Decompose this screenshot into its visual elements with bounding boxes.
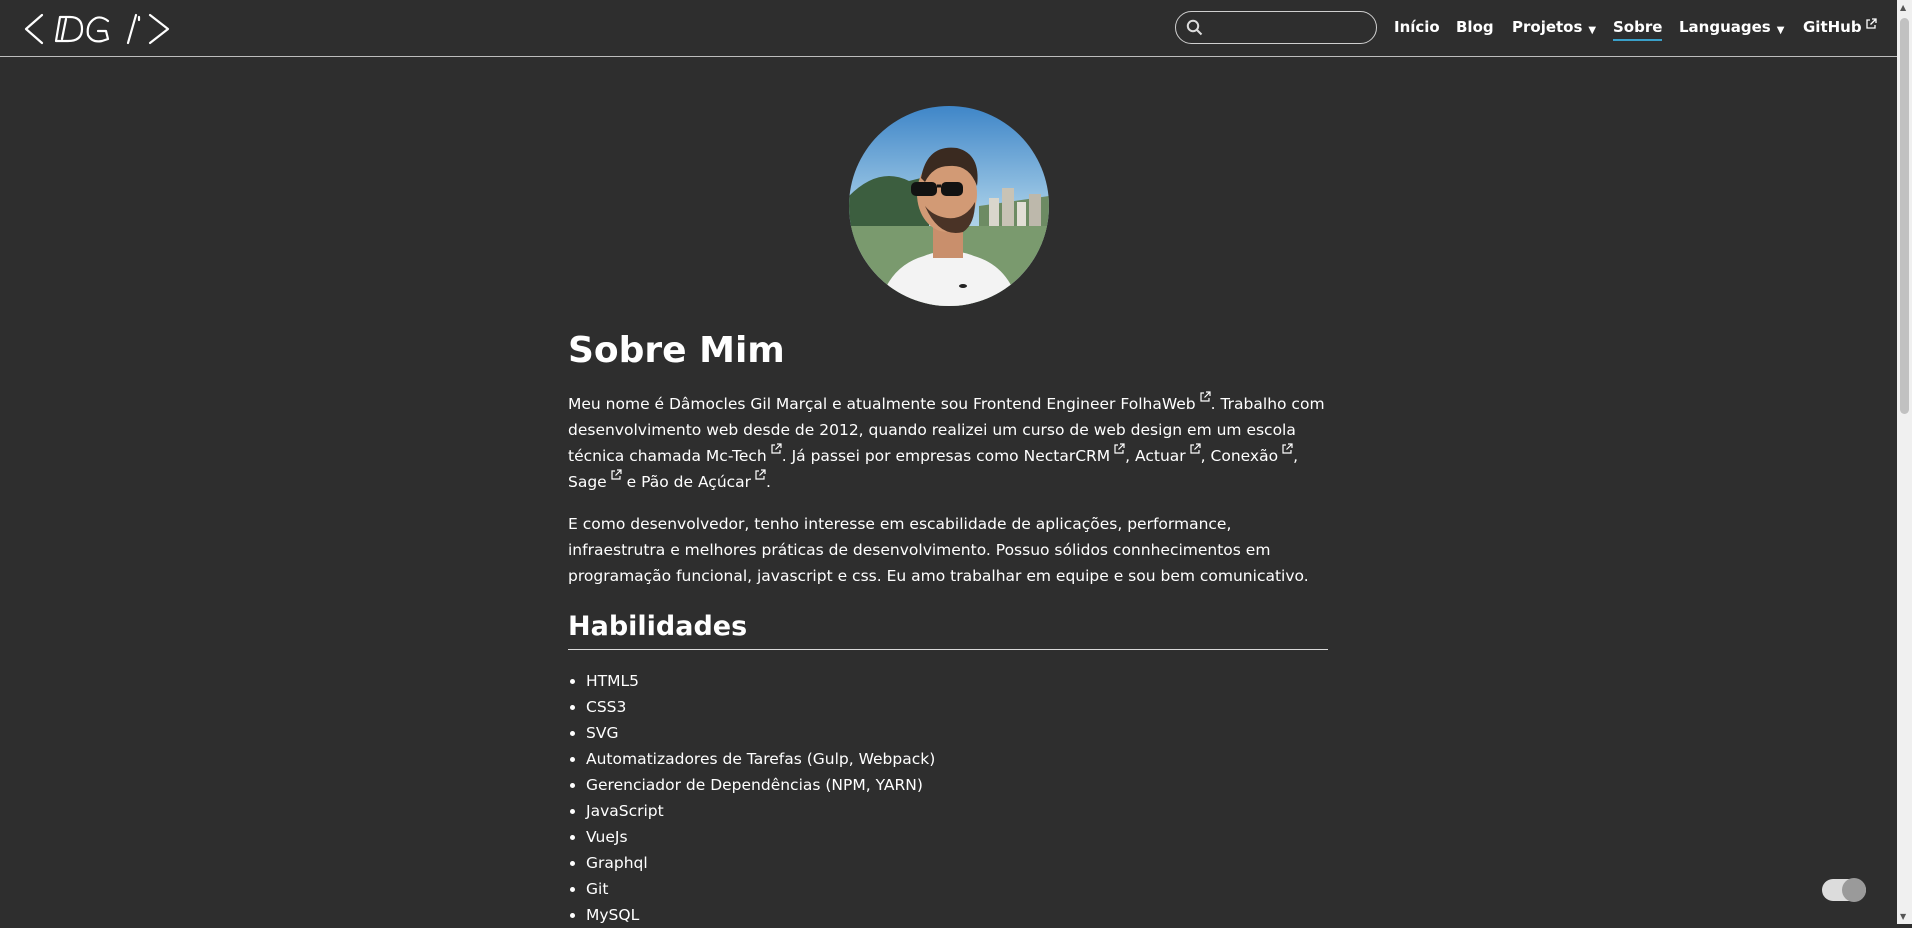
intro-paragraph: Meu nome é Dâmocles Gil Marçal e atualme… [568, 391, 1328, 495]
intro-text: , [1293, 447, 1299, 465]
link-label: NectarCRM [1023, 447, 1111, 465]
scroll-down-icon[interactable]: ▼ [1900, 912, 1906, 921]
page-title: Sobre Mim [568, 330, 785, 371]
intro-text: . Já passei por empresas como [781, 447, 1024, 465]
skill-item: VueJs [586, 824, 1328, 850]
external-link-icon [611, 469, 622, 480]
nav-inicio[interactable]: Início [1394, 18, 1440, 36]
skill-item: MySQL [586, 902, 1328, 928]
external-link-icon [1865, 18, 1877, 29]
link-mc-tech[interactable]: Mc-Tech [705, 443, 782, 465]
skill-item: Graphql [586, 850, 1328, 876]
external-link-icon [771, 443, 782, 454]
link-sage[interactable]: Sage [568, 469, 622, 491]
external-link-icon [1114, 443, 1125, 454]
skill-item: Gerenciador de Dependências (NPM, YARN) [586, 772, 1328, 798]
nav-projetos-label: Projetos [1512, 18, 1583, 36]
link-pao-de-acucar[interactable]: Pão de Açúcar [641, 469, 766, 491]
toggle-knob [1842, 878, 1866, 902]
skills-list: HTML5 CSS3 SVG Automatizadores de Tarefa… [568, 668, 1328, 928]
intro-text: Meu nome é Dâmocles Gil Marçal e atualme… [568, 395, 1121, 413]
chevron-down-icon: ▼ [1588, 25, 1597, 36]
scrollbar[interactable]: ▲ ▼ [1897, 0, 1912, 924]
link-label: Conexão [1210, 447, 1279, 465]
search-icon [1186, 19, 1203, 36]
nav-languages[interactable]: Languages ▼ [1679, 18, 1784, 36]
link-label: Sage [568, 473, 607, 491]
main-content: Sobre Mim Meu nome é Dâmocles Gil Marçal… [568, 325, 1328, 928]
external-link-icon [1200, 391, 1211, 402]
link-label: Actuar [1135, 447, 1186, 465]
search-input[interactable] [1209, 18, 1373, 37]
link-folhaweb[interactable]: FolhaWeb [1120, 391, 1211, 413]
skill-item: JavaScript [586, 798, 1328, 824]
skill-item: Git [586, 876, 1328, 902]
intro-text: . [766, 473, 771, 491]
skill-item: HTML5 [586, 668, 1328, 694]
nav-blog[interactable]: Blog [1456, 18, 1494, 36]
nav-projetos[interactable]: Projetos ▼ [1512, 18, 1596, 36]
skill-item: SVG [586, 720, 1328, 746]
search-box[interactable] [1175, 11, 1377, 44]
scroll-up-icon[interactable]: ▲ [1900, 3, 1906, 12]
scrollbar-thumb[interactable] [1900, 18, 1909, 414]
skills-heading: Habilidades [568, 609, 1328, 650]
external-link-icon [755, 469, 766, 480]
profile-photo [849, 106, 1049, 306]
intro-text: , [1125, 447, 1136, 465]
link-label: FolhaWeb [1120, 395, 1196, 413]
skill-item: Automatizadores de Tarefas (Gulp, Webpac… [586, 746, 1328, 772]
link-conexao[interactable]: Conexão [1210, 443, 1294, 465]
nav-github-label: GitHub [1803, 18, 1862, 36]
theme-toggle[interactable] [1822, 878, 1866, 902]
nav-languages-label: Languages [1679, 18, 1771, 36]
external-link-icon [1282, 443, 1293, 454]
link-label: Pão de Açúcar [641, 473, 752, 491]
link-label: Mc-Tech [705, 447, 767, 465]
nav-github[interactable]: GitHub [1803, 18, 1877, 36]
link-nectarcrm[interactable]: NectarCRM [1023, 443, 1126, 465]
intro-text: , [1200, 447, 1211, 465]
top-navbar: Início Blog Projetos ▼ Sobre Languages ▼ G… [0, 0, 1897, 57]
interests-paragraph: E como desenvolvedor, tenho interesse em… [568, 515, 1309, 585]
chevron-down-icon: ▼ [1776, 25, 1785, 36]
site-logo[interactable] [22, 11, 174, 47]
link-actuar[interactable]: Actuar [1135, 443, 1201, 465]
external-link-icon [1190, 443, 1201, 454]
skill-item: CSS3 [586, 694, 1328, 720]
nav-sobre[interactable]: Sobre [1613, 18, 1663, 41]
intro-text: e [621, 473, 642, 491]
